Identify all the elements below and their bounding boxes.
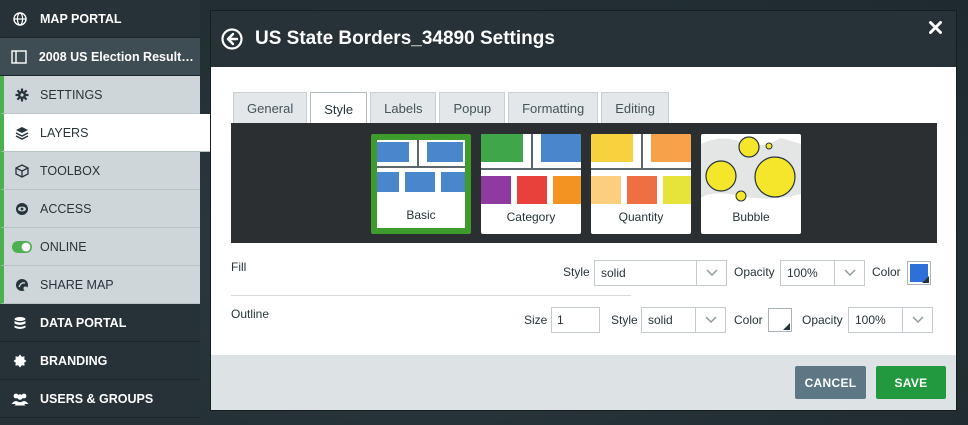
- outline-size-label: Size: [524, 313, 548, 327]
- outline-style-select[interactable]: solid: [641, 307, 726, 333]
- cancel-button[interactable]: CANCEL: [795, 366, 866, 399]
- style-card-basic[interactable]: Basic: [371, 134, 471, 234]
- chevron-down-icon: [902, 308, 932, 332]
- tab-style[interactable]: Style: [310, 92, 368, 125]
- sidebar-item-label: DATA PORTAL: [40, 315, 127, 330]
- fill-style-value: solid: [601, 266, 626, 280]
- share-globe-icon: [4, 278, 40, 292]
- eye-globe-icon: [4, 202, 40, 216]
- divider: [231, 295, 631, 296]
- outline-color-label: Color: [734, 313, 763, 327]
- outline-color-swatch[interactable]: [768, 308, 792, 332]
- fill-style-select[interactable]: solid: [594, 260, 727, 286]
- tab-popup[interactable]: Popup: [439, 92, 506, 124]
- sidebar-item-label: ONLINE: [40, 239, 87, 254]
- sidebar-item-access[interactable]: ACCESS: [0, 190, 200, 228]
- close-icon[interactable]: [929, 21, 942, 37]
- dialog-header: US State Borders_34890 Settings: [211, 11, 956, 67]
- outline-style-label: Style: [611, 313, 638, 327]
- sidebar-item-current-map[interactable]: 2008 US Election Results...: [0, 38, 200, 76]
- chevron-down-icon: [834, 261, 864, 285]
- tab-formatting[interactable]: Formatting: [508, 92, 599, 124]
- fill-style-label: Style: [563, 265, 590, 279]
- corner-caret-icon: [922, 276, 929, 283]
- sidebar: MAP PORTAL 2008 US Election Results... S…: [0, 0, 212, 425]
- badge-icon: [0, 354, 40, 368]
- dialog-title: US State Borders_34890 Settings: [255, 28, 555, 49]
- sidebar-item-layers[interactable]: LAYERS: [0, 114, 212, 152]
- outline-opacity-value: 100%: [855, 313, 886, 327]
- sidebar-item-label: 2008 US Election Results...: [38, 49, 199, 64]
- fill-opacity-value: 100%: [787, 266, 818, 280]
- fill-opacity-label: Opacity: [734, 265, 775, 279]
- sidebar-item-users-groups[interactable]: USERS & GROUPS: [0, 380, 200, 418]
- sidebar-item-branding[interactable]: BRANDING: [0, 342, 200, 380]
- sidebar-item-label: SHARE MAP: [40, 277, 114, 292]
- style-card-label: Category: [506, 210, 556, 224]
- tab-general[interactable]: General: [233, 92, 308, 124]
- sidebar-item-label: LAYERS: [40, 125, 89, 140]
- corner-caret-icon: [783, 323, 790, 330]
- tab-labels[interactable]: Labels: [370, 92, 437, 124]
- style-type-picker: Basic Category Quantity Bubble: [231, 123, 937, 243]
- style-card-label: Quantity: [618, 210, 664, 224]
- style-card-bubble[interactable]: Bubble: [701, 134, 801, 234]
- outline-size-input[interactable]: 1: [551, 307, 600, 333]
- layers-icon: [4, 126, 40, 140]
- style-card-quantity[interactable]: Quantity: [591, 134, 691, 234]
- layer-settings-dialog: US State Borders_34890 Settings General …: [210, 10, 957, 411]
- sidebar-item-online[interactable]: ONLINE: [0, 228, 200, 266]
- outline-section-label: Outline: [231, 307, 270, 321]
- sidebar-item-map-portal[interactable]: MAP PORTAL: [0, 0, 200, 38]
- chevron-down-icon: [696, 261, 726, 285]
- users-icon: [0, 392, 40, 406]
- style-card-category[interactable]: Category: [481, 134, 581, 234]
- outline-opacity-select[interactable]: 100%: [848, 307, 933, 333]
- settings-tabs: General Style Labels Popup Formatting Ed…: [233, 92, 672, 125]
- outline-style-value: solid: [648, 313, 673, 327]
- sidebar-item-data-portal[interactable]: DATA PORTAL: [0, 304, 200, 342]
- basic-thumbnail-icon: [377, 140, 465, 192]
- map-book-icon: [0, 49, 39, 64]
- back-arrow-icon[interactable]: [221, 28, 243, 50]
- bubble-thumbnail-icon: [701, 136, 801, 202]
- style-card-label: Bubble: [732, 210, 770, 224]
- fill-color-swatch[interactable]: [907, 261, 931, 285]
- sidebar-item-toolbox[interactable]: TOOLBOX: [0, 152, 200, 190]
- gear-icon: [4, 88, 40, 102]
- dialog-footer: CANCEL SAVE: [211, 355, 956, 410]
- toggle-icon[interactable]: [4, 240, 40, 253]
- category-thumbnail-icon: [481, 134, 581, 204]
- sidebar-item-label: MAP PORTAL: [40, 11, 122, 26]
- sidebar-item-settings[interactable]: SETTINGS: [0, 76, 200, 114]
- style-card-label: Basic: [406, 208, 436, 222]
- outline-opacity-label: Opacity: [802, 313, 843, 327]
- sidebar-item-share-map[interactable]: SHARE MAP: [0, 266, 200, 304]
- save-button[interactable]: SAVE: [876, 366, 946, 399]
- tab-editing[interactable]: Editing: [601, 92, 669, 124]
- sidebar-item-label: USERS & GROUPS: [40, 391, 154, 406]
- sidebar-item-label: TOOLBOX: [40, 163, 101, 178]
- sidebar-item-label: ACCESS: [40, 201, 92, 216]
- fill-section-label: Fill: [231, 260, 247, 274]
- globe-icon: [0, 11, 40, 26]
- database-icon: [0, 316, 40, 330]
- chevron-down-icon: [695, 308, 725, 332]
- fill-color-label: Color: [872, 265, 901, 279]
- fill-opacity-select[interactable]: 100%: [780, 260, 865, 286]
- box-icon: [4, 163, 40, 178]
- sidebar-item-label: SETTINGS: [40, 87, 103, 102]
- sidebar-item-label: BRANDING: [40, 353, 108, 368]
- quantity-thumbnail-icon: [591, 134, 691, 204]
